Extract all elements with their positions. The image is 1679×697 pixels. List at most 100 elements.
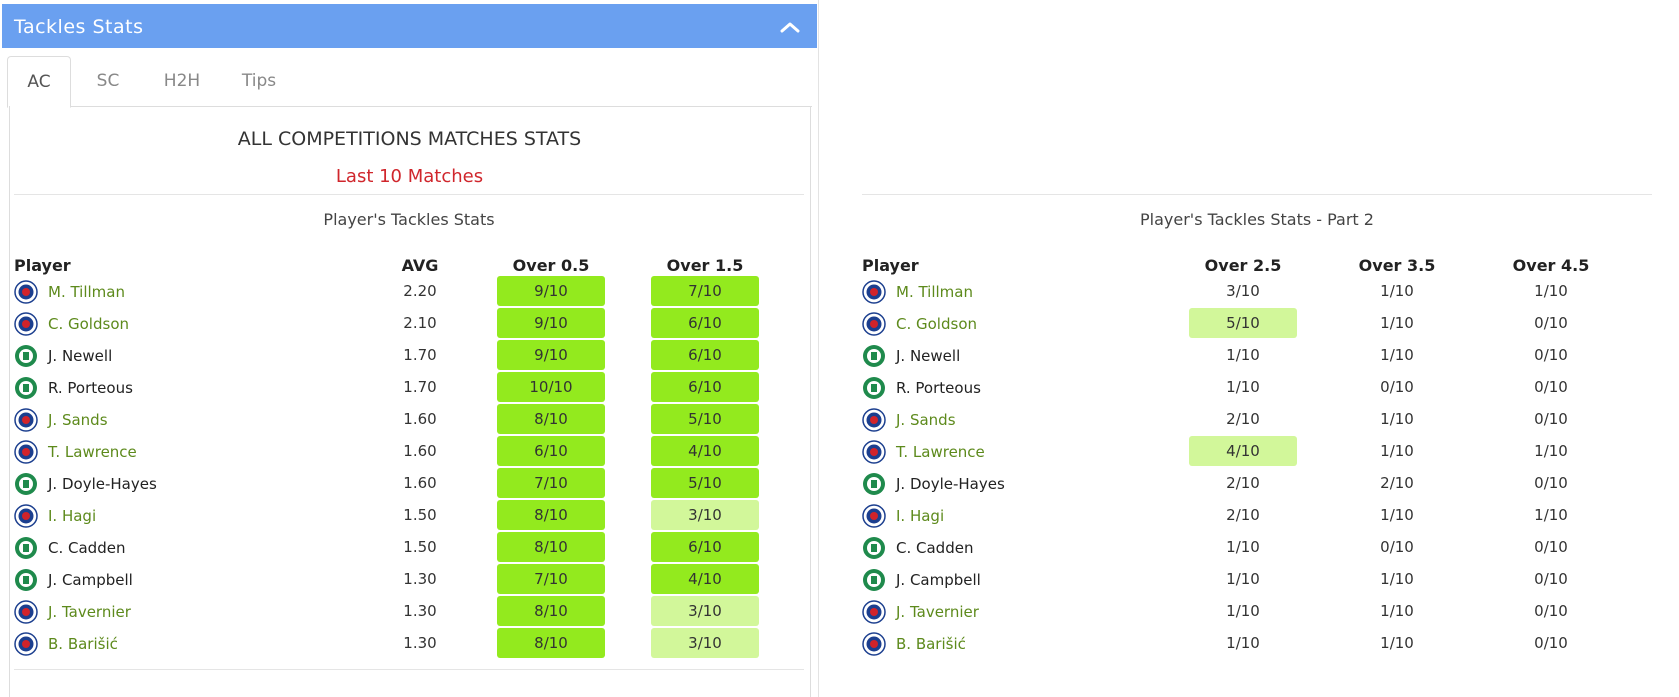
player-name[interactable]: J. Sands: [896, 411, 956, 429]
over-4-5-cell: 0/10: [1534, 410, 1568, 428]
over-3-5-cell: 1/10: [1380, 410, 1414, 428]
over-4-5-cell: 1/10: [1534, 442, 1568, 460]
player-name[interactable]: M. Tillman: [896, 283, 973, 301]
player-name: J. Campbell: [896, 571, 981, 589]
over-4-5-cell: 0/10: [1534, 634, 1568, 652]
col-head-over-1-5: Over 1.5: [666, 256, 744, 275]
table-row: M. Tillman 3/10 1/10 1/10: [0, 276, 1679, 308]
player-cell: R. Porteous: [862, 376, 981, 400]
table-row: J. Doyle-Hayes 2/10 2/10 0/10: [0, 468, 1679, 500]
hibernian-badge-icon: [863, 345, 885, 367]
over-4-5-cell: 0/10: [1534, 602, 1568, 620]
col-head-avg: AVG: [401, 256, 439, 275]
over-3-5-cell: 1/10: [1380, 314, 1414, 332]
hibernian-badge-icon: [863, 537, 885, 559]
over-4-5-cell: 0/10: [1534, 378, 1568, 396]
col-head-player: Player: [14, 256, 71, 275]
over-3-5-cell: 0/10: [1380, 538, 1414, 556]
player-cell: J. Doyle-Hayes: [862, 472, 1005, 496]
card-title: Tackles Stats: [14, 16, 144, 38]
over-3-5-cell: 1/10: [1380, 282, 1414, 300]
over-3-5-cell: 1/10: [1380, 602, 1414, 620]
player-cell: J. Sands: [862, 408, 956, 432]
col-head-over-0-5: Over 0.5: [512, 256, 590, 275]
over-3-5-cell: 1/10: [1380, 634, 1414, 652]
section-title: ALL COMPETITIONS MATCHES STATS: [237, 128, 582, 150]
tab-h2h[interactable]: H2H: [142, 56, 222, 107]
tab-label: Tips: [241, 71, 277, 91]
player-name: J. Newell: [896, 347, 961, 365]
over-3-5-cell: 0/10: [1380, 378, 1414, 396]
over-4-5-cell: 0/10: [1534, 474, 1568, 492]
card-header[interactable]: Tackles Stats: [2, 4, 817, 48]
over-2-5-cell: 2/10: [1226, 506, 1260, 524]
section-subtitle: Last 10 Matches: [335, 166, 484, 187]
over-3-5-cell: 1/10: [1380, 442, 1414, 460]
over-4-5-cell: 0/10: [1534, 346, 1568, 364]
table-row: T. Lawrence 4/10 1/10 1/10: [0, 436, 1679, 468]
divider: [14, 194, 804, 195]
player-cell: C. Cadden: [862, 536, 973, 560]
tab-bar: AC SC H2H Tips: [7, 56, 812, 108]
hibernian-badge-icon: [863, 569, 885, 591]
rangers-badge-icon: [862, 312, 886, 336]
over-2-5-cell: 1/10: [1226, 602, 1260, 620]
over-2-5-cell: 3/10: [1226, 282, 1260, 300]
divider: [862, 194, 1652, 195]
player-cell: J. Tavernier: [862, 600, 979, 624]
table1-caption: Player's Tackles Stats: [323, 210, 495, 229]
player-name: R. Porteous: [896, 379, 981, 397]
table-row: R. Porteous 1/10 0/10 0/10: [0, 372, 1679, 404]
player-name[interactable]: B. Barišić: [896, 635, 966, 653]
over-3-5-cell: 1/10: [1380, 570, 1414, 588]
over-2-5-cell: 2/10: [1226, 474, 1260, 492]
tab-tips[interactable]: Tips: [223, 56, 295, 107]
over-2-5-cell: 5/10: [1189, 308, 1297, 338]
player-cell: I. Hagi: [862, 504, 944, 528]
over-2-5-cell: 1/10: [1226, 570, 1260, 588]
over-3-5-cell: 1/10: [1380, 506, 1414, 524]
tab-label: SC: [96, 71, 120, 91]
over-2-5-cell: 4/10: [1189, 436, 1297, 466]
over-4-5-cell: 0/10: [1534, 538, 1568, 556]
player-cell: T. Lawrence: [862, 440, 985, 464]
player-cell: M. Tillman: [862, 280, 973, 304]
col-head-over-3-5: Over 3.5: [1358, 256, 1436, 275]
player-cell: J. Campbell: [862, 568, 981, 592]
col-head-over-2-5: Over 2.5: [1204, 256, 1282, 275]
tab-ac[interactable]: AC: [7, 56, 71, 108]
hibernian-badge-icon: [863, 377, 885, 399]
table-row: J. Campbell 1/10 1/10 0/10: [0, 564, 1679, 596]
table-row: J. Tavernier 1/10 1/10 0/10: [0, 596, 1679, 628]
table-row: C. Goldson 5/10 1/10 0/10: [0, 308, 1679, 340]
rangers-badge-icon: [862, 600, 886, 624]
table2-caption: Player's Tackles Stats - Part 2: [1140, 210, 1374, 229]
over-2-5-cell: 1/10: [1226, 634, 1260, 652]
tab-label: AC: [27, 72, 51, 92]
col-head-over-4-5: Over 4.5: [1512, 256, 1590, 275]
table-row: J. Newell 1/10 1/10 0/10: [0, 340, 1679, 372]
player-name[interactable]: C. Goldson: [896, 315, 977, 333]
over-4-5-cell: 0/10: [1534, 570, 1568, 588]
over-4-5-cell: 1/10: [1534, 282, 1568, 300]
table-row: B. Barišić 1/10 1/10 0/10: [0, 628, 1679, 660]
player-name[interactable]: I. Hagi: [896, 507, 944, 525]
over-4-5-cell: 1/10: [1534, 506, 1568, 524]
over-2-5-cell: 1/10: [1226, 378, 1260, 396]
over-2-5-cell: 2/10: [1226, 410, 1260, 428]
player-cell: C. Goldson: [862, 312, 977, 336]
table-row: I. Hagi 2/10 1/10 1/10: [0, 500, 1679, 532]
over-4-5-cell: 0/10: [1534, 314, 1568, 332]
rangers-badge-icon: [862, 440, 886, 464]
rangers-badge-icon: [862, 504, 886, 528]
tab-sc[interactable]: SC: [75, 56, 141, 107]
player-name[interactable]: T. Lawrence: [896, 443, 985, 461]
col-head-player-2: Player: [862, 256, 919, 275]
player-name: J. Doyle-Hayes: [896, 475, 1005, 493]
table-row: C. Cadden 1/10 0/10 0/10: [0, 532, 1679, 564]
over-3-5-cell: 2/10: [1380, 474, 1414, 492]
chevron-up-icon[interactable]: [779, 20, 801, 34]
tab-label: H2H: [163, 71, 201, 91]
over-2-5-cell: 1/10: [1226, 538, 1260, 556]
player-name[interactable]: J. Tavernier: [896, 603, 979, 621]
